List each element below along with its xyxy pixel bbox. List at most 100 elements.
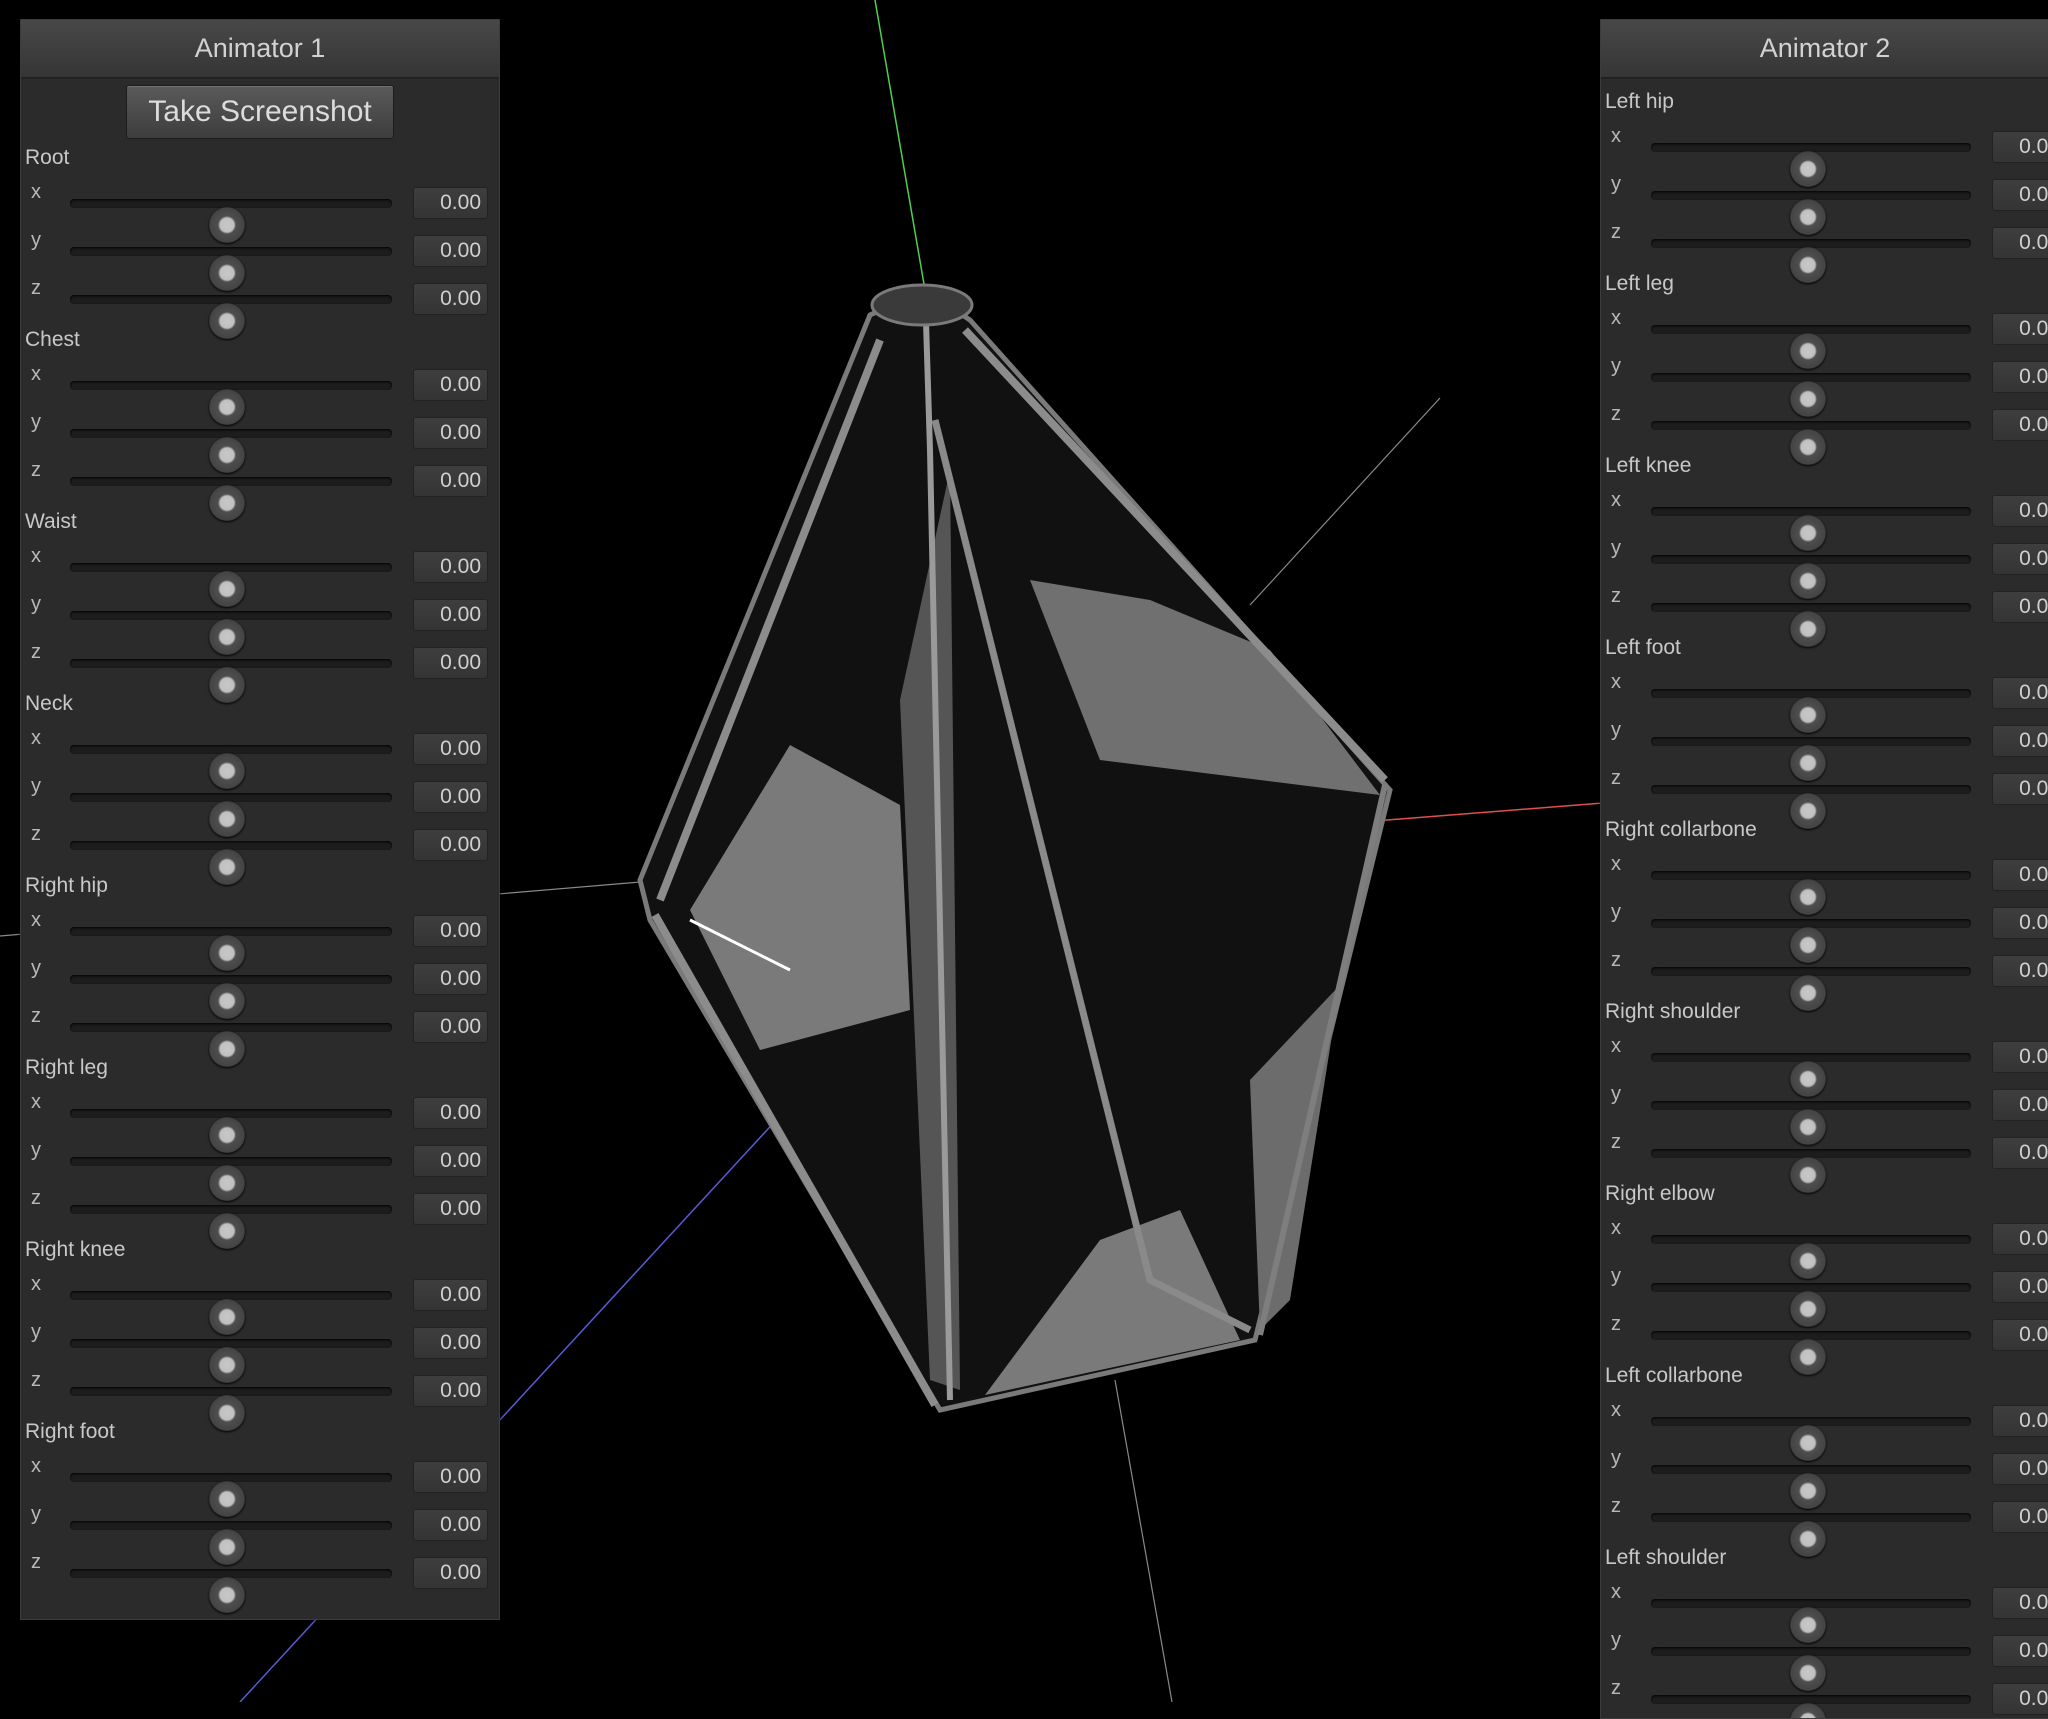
value-field[interactable]: 0.00	[413, 283, 488, 315]
value-field[interactable]: 0.00	[1992, 907, 2048, 939]
value-field[interactable]: 0.00	[1992, 1223, 2048, 1255]
value-field[interactable]: 0.00	[1992, 1501, 2048, 1533]
value-field[interactable]: 0.00	[1992, 409, 2048, 441]
rotation-slider[interactable]	[1651, 1417, 1971, 1461]
rotation-slider[interactable]	[70, 793, 392, 837]
value-field[interactable]: 0.00	[1992, 1405, 2048, 1437]
rotation-slider[interactable]	[1651, 1647, 1971, 1691]
rotation-slider[interactable]	[70, 841, 392, 885]
value-field[interactable]: 0.00	[1992, 313, 2048, 345]
rotation-slider[interactable]	[70, 1205, 392, 1249]
value-field[interactable]: 0.00	[1992, 955, 2048, 987]
rotation-slider[interactable]	[1651, 785, 1971, 829]
value-field[interactable]: 0.00	[413, 187, 488, 219]
rotation-slider[interactable]	[1651, 1235, 1971, 1279]
rotation-slider[interactable]	[70, 1023, 392, 1067]
value-field[interactable]: 0.00	[413, 1145, 488, 1177]
value-field[interactable]: 0.00	[1992, 859, 2048, 891]
rotation-slider[interactable]	[1651, 1331, 1971, 1375]
slider-knob[interactable]	[209, 667, 245, 703]
value-field[interactable]: 0.00	[413, 599, 488, 631]
value-field[interactable]: 0.00	[413, 1193, 488, 1225]
value-field[interactable]: 0.00	[413, 1327, 488, 1359]
value-field[interactable]: 0.00	[1992, 131, 2048, 163]
rotation-slider[interactable]	[1651, 871, 1971, 915]
value-field[interactable]: 0.00	[413, 1097, 488, 1129]
value-field[interactable]: 0.00	[1992, 773, 2048, 805]
slider-knob[interactable]	[1790, 1157, 1826, 1193]
rotation-slider[interactable]	[70, 381, 392, 425]
rotation-slider[interactable]	[70, 1521, 392, 1565]
value-field[interactable]: 0.00	[413, 551, 488, 583]
rotation-slider[interactable]	[70, 1569, 392, 1613]
rotation-slider[interactable]	[1651, 191, 1971, 235]
slider-knob[interactable]	[209, 1031, 245, 1067]
rotation-slider[interactable]	[70, 745, 392, 789]
value-field[interactable]: 0.00	[413, 647, 488, 679]
slider-knob[interactable]	[209, 849, 245, 885]
value-field[interactable]: 0.00	[413, 1557, 488, 1589]
slider-knob[interactable]	[1790, 1339, 1826, 1375]
value-field[interactable]: 0.00	[1992, 1271, 2048, 1303]
rotation-slider[interactable]	[1651, 555, 1971, 599]
value-field[interactable]: 0.00	[1992, 495, 2048, 527]
value-field[interactable]: 0.00	[1992, 361, 2048, 393]
slider-knob[interactable]	[209, 1395, 245, 1431]
rotation-slider[interactable]	[1651, 507, 1971, 551]
value-field[interactable]: 0.00	[1992, 1635, 2048, 1667]
value-field[interactable]: 0.00	[1992, 591, 2048, 623]
rotation-slider[interactable]	[70, 477, 392, 521]
slider-knob[interactable]	[1790, 429, 1826, 465]
value-field[interactable]: 0.00	[1992, 1587, 2048, 1619]
rotation-slider[interactable]	[1651, 919, 1971, 963]
rotation-slider[interactable]	[70, 927, 392, 971]
take-screenshot-button[interactable]: Take Screenshot	[126, 85, 394, 139]
rotation-slider[interactable]	[1651, 373, 1971, 417]
rotation-slider[interactable]	[70, 1157, 392, 1201]
rotation-slider[interactable]	[70, 563, 392, 607]
value-field[interactable]: 0.00	[413, 1011, 488, 1043]
rotation-slider[interactable]	[1651, 1053, 1971, 1097]
slider-knob[interactable]	[1790, 611, 1826, 647]
value-field[interactable]: 0.00	[413, 417, 488, 449]
slider-knob[interactable]	[1790, 1703, 1826, 1718]
rotation-slider[interactable]	[70, 1339, 392, 1383]
value-field[interactable]: 0.00	[1992, 543, 2048, 575]
value-field[interactable]: 0.00	[413, 1461, 488, 1493]
slider-knob[interactable]	[1790, 1521, 1826, 1557]
value-field[interactable]: 0.00	[413, 465, 488, 497]
value-field[interactable]: 0.00	[1992, 1041, 2048, 1073]
value-field[interactable]: 0.00	[413, 1279, 488, 1311]
value-field[interactable]: 0.00	[1992, 1137, 2048, 1169]
rotation-slider[interactable]	[70, 295, 392, 339]
rotation-slider[interactable]	[70, 429, 392, 473]
rotation-slider[interactable]	[70, 611, 392, 655]
value-field[interactable]: 0.00	[1992, 1683, 2048, 1715]
rotation-slider[interactable]	[1651, 1513, 1971, 1557]
rotation-slider[interactable]	[1651, 143, 1971, 187]
rotation-slider[interactable]	[1651, 737, 1971, 781]
slider-knob[interactable]	[209, 1213, 245, 1249]
rotation-slider[interactable]	[70, 199, 392, 243]
rotation-slider[interactable]	[1651, 239, 1971, 283]
slider-knob[interactable]	[209, 485, 245, 521]
slider-knob[interactable]	[209, 303, 245, 339]
value-field[interactable]: 0.00	[1992, 725, 2048, 757]
value-field[interactable]: 0.00	[1992, 1089, 2048, 1121]
value-field[interactable]: 0.00	[413, 369, 488, 401]
rotation-slider[interactable]	[70, 1109, 392, 1153]
rotation-slider[interactable]	[1651, 1149, 1971, 1193]
rotation-slider[interactable]	[70, 975, 392, 1019]
value-field[interactable]: 0.00	[1992, 677, 2048, 709]
value-field[interactable]: 0.00	[1992, 227, 2048, 259]
value-field[interactable]: 0.00	[413, 781, 488, 813]
rotation-slider[interactable]	[1651, 1599, 1971, 1643]
value-field[interactable]: 0.00	[413, 1375, 488, 1407]
rotation-slider[interactable]	[1651, 1695, 1971, 1718]
rotation-slider[interactable]	[1651, 325, 1971, 369]
rotation-slider[interactable]	[1651, 689, 1971, 733]
value-field[interactable]: 0.00	[1992, 1319, 2048, 1351]
value-field[interactable]: 0.00	[413, 829, 488, 861]
rotation-slider[interactable]	[70, 247, 392, 291]
value-field[interactable]: 0.00	[413, 733, 488, 765]
